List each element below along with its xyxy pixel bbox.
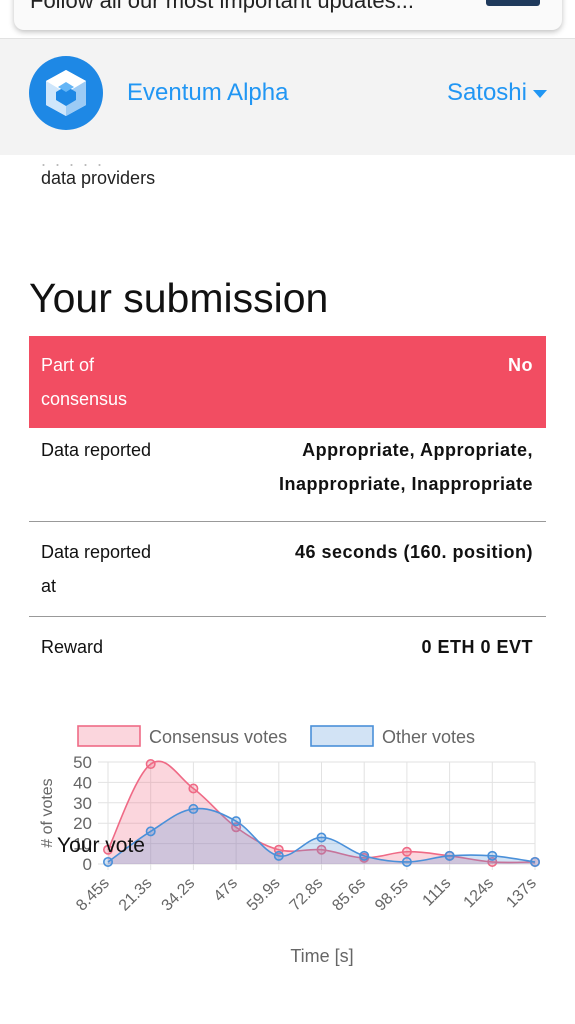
data-point [188,803,199,814]
x-tick-label: 85.6s [329,875,369,915]
legend-swatch [77,725,141,747]
data-point [401,846,412,857]
data-reported-value: Appropriate, Appropriate, Inappropriate,… [279,433,533,501]
table-row: Data reported Appropriate, Appropriate, … [29,428,546,522]
app-header: Eventum Alpha Satoshi [0,38,575,155]
data-reported-at-value: 46 seconds (160. position) [294,542,533,562]
notification-banner[interactable]: Follow all our most important updates... [14,0,562,30]
consensus-row: Part of consensus No [29,336,546,428]
y-axis-title: # of votes [39,778,56,847]
table-row: Reward 0 ETH 0 EVT [29,617,546,677]
reward-label: Reward [41,637,104,657]
votes-chart-svg: 01020304050Consensus votes Other votes8.4… [39,725,540,966]
user-name: Satoshi [446,79,527,106]
data-point [487,850,498,861]
data-point [188,783,199,794]
data-point [231,816,242,827]
data-providers-text: data providers [41,168,156,188]
data-reported-value-line1: Appropriate, Appropriate, [302,440,533,460]
x-tick-label: 137s [503,875,540,912]
data-point [145,759,156,770]
y-tick-label: 30 [73,794,92,813]
data-point [103,856,114,867]
x-tick-label: 21.3s [116,875,156,915]
data-point [145,826,156,837]
data-point [359,850,370,861]
y-tick-label: 20 [73,814,92,833]
consensus-label: Part of consensus [41,355,128,409]
consensus-value: No [508,355,533,375]
notification-text: Follow all our most important updates... [30,0,414,13]
data-point [316,832,327,843]
your-vote-annotation: Your vote [57,834,145,857]
legend-label: Consensus votes [149,727,287,747]
submission-table: Part of consensus No Data reported Appro… [29,336,546,677]
x-axis-title: Time [s] [290,946,353,966]
x-tick-label: 124s [461,875,498,912]
data-point [529,856,540,867]
x-tick-label: 111s [420,875,455,910]
app-title[interactable]: Eventum Alpha [127,79,288,107]
eventum-logo-icon[interactable] [29,56,103,130]
user-menu-dropdown[interactable]: Satoshi [447,79,547,107]
table-row: Data reported at 46 seconds (160. positi… [29,522,546,617]
reward-value: 0 ETH 0 EVT [421,637,533,657]
x-tick-label: 98.5s [372,875,412,915]
x-tick-label: 72.8s [287,875,327,915]
legend-label: Other votes [382,727,475,747]
caret-down-icon [533,89,547,98]
data-point [401,856,412,867]
x-tick-label: 59.9s [244,875,284,915]
x-tick-label: 47s [211,875,241,905]
data-reported-value-line2: Inappropriate, Inappropriate [278,474,533,494]
x-tick-label: 34.2s [159,875,199,915]
x-tick-label: 8.45s [73,875,113,915]
y-tick-label: 40 [73,773,92,792]
data-reported-label: Data reported [41,440,152,460]
data-point [444,850,455,861]
y-tick-label: 50 [73,753,92,772]
notification-action-button[interactable] [486,0,540,6]
legend-swatch [310,725,374,747]
page-title: Your submission [29,275,329,322]
y-tick-label: 0 [83,855,92,874]
data-point [273,850,284,861]
votes-chart: 0 10 20 30 40 50 Consensus votes Other votes 8.4… [0,718,575,978]
data-reported-at-label: Data reported at [41,542,152,596]
